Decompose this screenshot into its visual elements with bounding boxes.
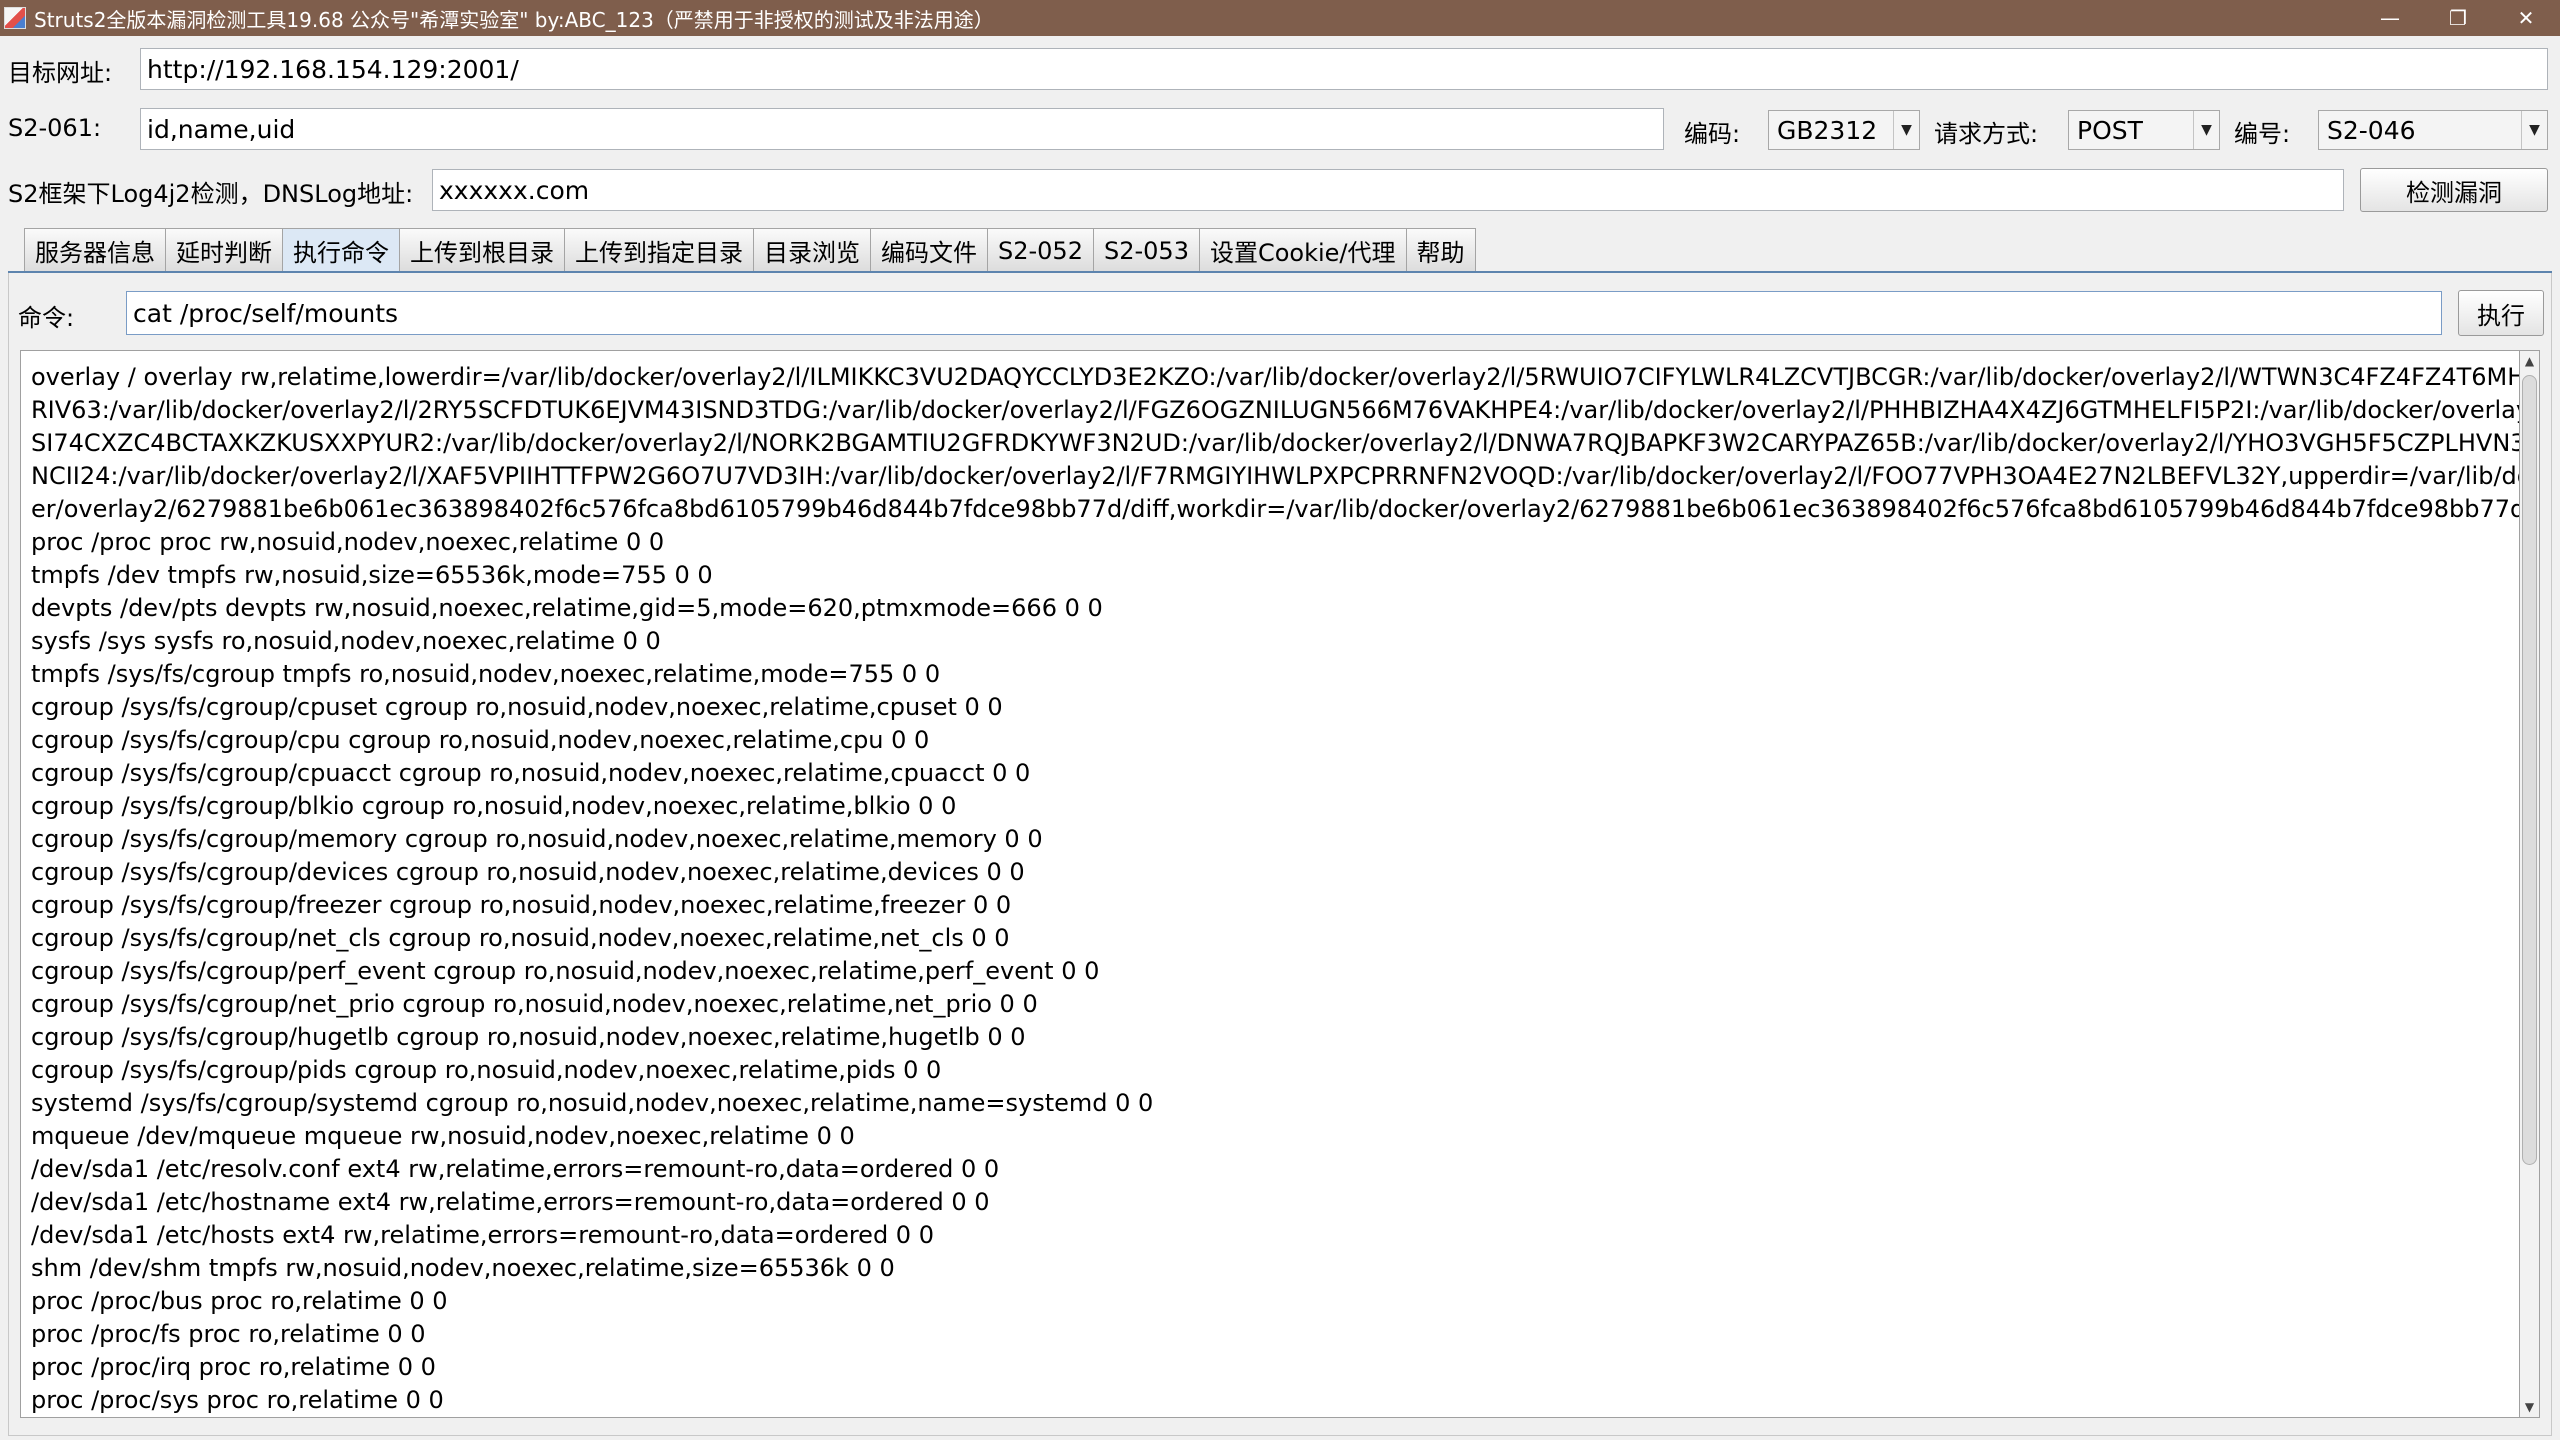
command-label: 命令:: [18, 304, 75, 332]
output-line: devpts /dev/pts devpts rw,nosuid,noexec,…: [31, 594, 1103, 622]
close-button[interactable]: ✕: [2492, 0, 2560, 36]
tab-upload-root[interactable]: 上传到根目录: [399, 228, 565, 272]
tab-upload-directory[interactable]: 上传到指定目录: [564, 228, 754, 272]
tab-directory-browse[interactable]: 目录浏览: [753, 228, 871, 272]
output-line: overlay / overlay rw,relatime,lowerdir=/…: [31, 363, 2520, 391]
chevron-down-icon[interactable]: ▼: [1893, 111, 1919, 149]
command-output[interactable]: overlay / overlay rw,relatime,lowerdir=/…: [20, 350, 2520, 1418]
output-line: cgroup /sys/fs/cgroup/pids cgroup ro,nos…: [31, 1056, 942, 1084]
output-line: cgroup /sys/fs/cgroup/devices cgroup ro,…: [31, 858, 1025, 886]
output-lines: overlay / overlay rw,relatime,lowerdir=/…: [31, 361, 2519, 1417]
tab-delay-check[interactable]: 延时判断: [165, 228, 283, 272]
s2-061-input[interactable]: id,name,uid: [140, 108, 1664, 150]
encoding-value: GB2312: [1777, 115, 1878, 145]
output-line: /dev/sda1 /etc/hostname ext4 rw,relatime…: [31, 1188, 990, 1216]
s2-061-label: S2-061:: [8, 114, 102, 142]
execute-button[interactable]: 执行: [2458, 290, 2544, 336]
tab-encode-file[interactable]: 编码文件: [870, 228, 988, 272]
scroll-up-arrow-icon[interactable]: ▲: [2520, 351, 2539, 371]
output-line: cgroup /sys/fs/cgroup/net_cls cgroup ro,…: [31, 924, 1010, 952]
request-method-select[interactable]: POST ▼: [2068, 110, 2220, 150]
output-line: cgroup /sys/fs/cgroup/cpuacct cgroup ro,…: [31, 759, 1031, 787]
java-app-icon: [4, 7, 26, 29]
target-url-label: 目标网址:: [8, 59, 113, 87]
output-line: shm /dev/shm tmpfs rw,nosuid,nodev,noexe…: [31, 1254, 895, 1282]
chevron-down-icon[interactable]: ▼: [2521, 111, 2547, 149]
output-line: RIV63:/var/lib/docker/overlay2/l/2RY5SCF…: [31, 396, 2520, 424]
output-line: tmpfs /sys/fs/cgroup tmpfs ro,nosuid,nod…: [31, 660, 941, 688]
output-line: cgroup /sys/fs/cgroup/cpu cgroup ro,nosu…: [31, 726, 930, 754]
vuln-id-select[interactable]: S2-046 ▼: [2318, 110, 2548, 150]
chevron-down-icon[interactable]: ▼: [2193, 111, 2219, 149]
dnslog-input[interactable]: xxxxxx.com: [432, 169, 2344, 211]
encoding-label: 编码:: [1684, 120, 1741, 148]
output-line: cgroup /sys/fs/cgroup/blkio cgroup ro,no…: [31, 792, 957, 820]
command-input[interactable]: cat /proc/self/mounts: [126, 291, 2442, 335]
output-line: proc /proc/bus proc ro,relatime 0 0: [31, 1287, 448, 1315]
minimize-button[interactable]: —: [2356, 0, 2424, 36]
output-line: proc /proc/fs proc ro,relatime 0 0: [31, 1320, 426, 1348]
tab-cookie-proxy[interactable]: 设置Cookie/代理: [1198, 228, 1407, 272]
log4j-dnslog-label: S2框架下Log4j2检测，DNSLog地址:: [8, 180, 414, 208]
scroll-down-arrow-icon[interactable]: ▼: [2520, 1397, 2539, 1417]
tab-s2-052[interactable]: S2-052: [987, 228, 1094, 272]
title-bar: Struts2全版本漏洞检测工具19.68 公众号"希潭实验室" by:ABC_…: [0, 0, 2560, 36]
output-line: tmpfs /dev tmpfs rw,nosuid,size=65536k,m…: [31, 561, 713, 589]
output-line: er/overlay2/6279881be6b061ec363898402f6c…: [31, 495, 2520, 523]
scrollbar-thumb[interactable]: [2522, 375, 2537, 1165]
output-line: cgroup /sys/fs/cgroup/perf_event cgroup …: [31, 957, 1100, 985]
output-line: cgroup /sys/fs/cgroup/memory cgroup ro,n…: [31, 825, 1043, 853]
tab-strip: 服务器信息 延时判断 执行命令 上传到根目录 上传到指定目录 目录浏览 编码文件…: [24, 228, 1476, 272]
output-line: systemd /sys/fs/cgroup/systemd cgroup ro…: [31, 1089, 1154, 1117]
output-line: cgroup /sys/fs/cgroup/hugetlb cgroup ro,…: [31, 1023, 1026, 1051]
output-line: proc /proc/sys proc ro,relatime 0 0: [31, 1386, 444, 1414]
restore-button[interactable]: ❐: [2424, 0, 2492, 36]
output-scrollbar[interactable]: ▲ ▼: [2520, 350, 2540, 1418]
output-line: NCII24:/var/lib/docker/overlay2/l/XAF5VP…: [31, 462, 2520, 490]
tab-s2-053[interactable]: S2-053: [1092, 228, 1200, 272]
vuln-id-label: 编号:: [2234, 120, 2291, 148]
output-line: SI74CXZC4BCTAXKZKUSXXPYUR2:/var/lib/dock…: [31, 429, 2520, 457]
window-controls: — ❐ ✕: [2356, 0, 2560, 36]
detect-vuln-button[interactable]: 检测漏洞: [2360, 168, 2548, 212]
output-line: cgroup /sys/fs/cgroup/cpuset cgroup ro,n…: [31, 693, 1003, 721]
window-title: Struts2全版本漏洞检测工具19.68 公众号"希潭实验室" by:ABC_…: [34, 7, 994, 32]
output-line: cgroup /sys/fs/cgroup/net_prio cgroup ro…: [31, 990, 1038, 1018]
vuln-id-value: S2-046: [2327, 115, 2416, 145]
output-line: proc /proc proc rw,nosuid,nodev,noexec,r…: [31, 528, 665, 556]
target-url-input[interactable]: http://192.168.154.129:2001/: [140, 48, 2548, 90]
request-method-label: 请求方式:: [1934, 120, 2039, 148]
request-method-value: POST: [2077, 115, 2143, 145]
tab-help[interactable]: 帮助: [1405, 228, 1476, 272]
tab-execute-command[interactable]: 执行命令: [282, 228, 400, 272]
output-line: /dev/sda1 /etc/hosts ext4 rw,relatime,er…: [31, 1221, 934, 1249]
tab-server-info[interactable]: 服务器信息: [24, 228, 166, 272]
output-line: sysfs /sys sysfs ro,nosuid,nodev,noexec,…: [31, 627, 661, 655]
output-line: proc /proc/irq proc ro,relatime 0 0: [31, 1353, 436, 1381]
output-line: /dev/sda1 /etc/resolv.conf ext4 rw,relat…: [31, 1155, 1000, 1183]
output-line: mqueue /dev/mqueue mqueue rw,nosuid,node…: [31, 1122, 855, 1150]
encoding-select[interactable]: GB2312 ▼: [1768, 110, 1920, 150]
output-line: cgroup /sys/fs/cgroup/freezer cgroup ro,…: [31, 891, 1012, 919]
